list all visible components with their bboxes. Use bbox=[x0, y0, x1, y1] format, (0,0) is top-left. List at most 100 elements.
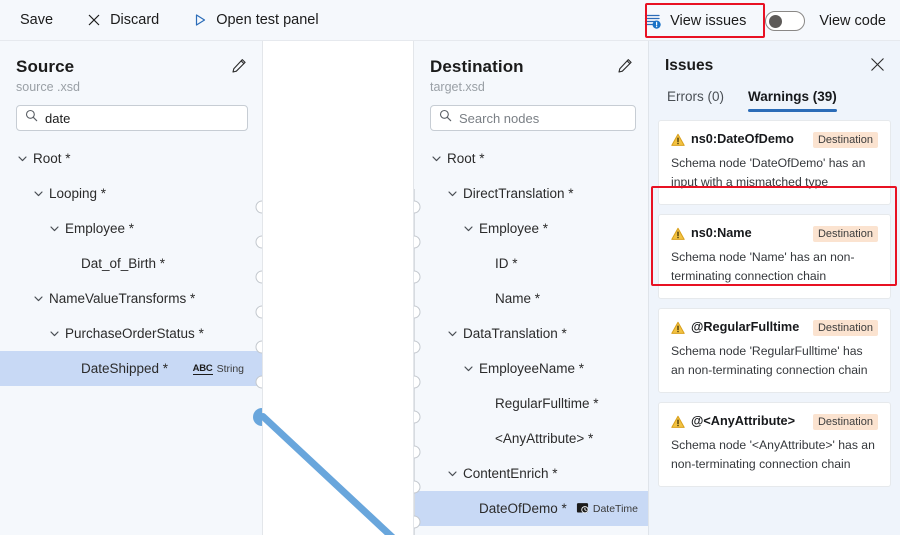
connector-dot-connected[interactable] bbox=[253, 408, 263, 426]
chevron-down-icon[interactable] bbox=[446, 327, 459, 340]
connector-dot[interactable] bbox=[256, 200, 264, 213]
destination-subtitle: target.xsd bbox=[430, 80, 634, 94]
view-issues-label: View issues bbox=[670, 13, 746, 29]
chevron-down-icon[interactable] bbox=[16, 152, 29, 165]
chevron-down-icon[interactable] bbox=[32, 292, 45, 305]
view-code-label[interactable]: View code bbox=[819, 13, 886, 29]
connector-dot[interactable] bbox=[413, 515, 421, 528]
tree-row[interactable]: Root * bbox=[0, 141, 262, 176]
edit-pencil-icon[interactable] bbox=[230, 57, 248, 75]
source-title: Source bbox=[16, 57, 248, 77]
toggle-knob bbox=[769, 15, 782, 28]
chevron-down-icon[interactable] bbox=[48, 327, 61, 340]
search-icon bbox=[439, 109, 452, 127]
source-tree: Root * Looping * Employee * Dat_of_Birth * N… bbox=[0, 141, 262, 386]
tree-row[interactable]: DateShipped * ABCString bbox=[0, 351, 262, 386]
tree-node-label: <AnyAttribute> * bbox=[495, 431, 593, 446]
discard-label: Discard bbox=[110, 12, 159, 28]
tree-node-label: Employee * bbox=[65, 221, 134, 236]
issue-node-name: @RegularFulltime bbox=[691, 320, 807, 334]
play-icon bbox=[193, 13, 207, 27]
close-icon bbox=[87, 13, 101, 27]
tree-node-label: PurchaseOrderStatus * bbox=[65, 326, 204, 341]
chevron-down-icon[interactable] bbox=[48, 222, 61, 235]
open-test-panel-button[interactable]: Open test panel bbox=[187, 8, 324, 32]
destination-title: Destination bbox=[430, 57, 634, 77]
issue-card[interactable]: @RegularFulltimeDestinationSchema node '… bbox=[658, 308, 891, 393]
source-search-input[interactable] bbox=[45, 111, 239, 126]
tree-indent-spacer bbox=[64, 257, 77, 270]
tree-row[interactable]: Employee * bbox=[0, 211, 262, 246]
tree-row[interactable]: DirectTranslation * bbox=[414, 176, 648, 211]
issue-card[interactable]: @<AnyAttribute>DestinationSchema node '<… bbox=[658, 402, 891, 487]
issue-card[interactable]: ns0:NameDestinationSchema node 'Name' ha… bbox=[658, 214, 891, 299]
destination-search-input[interactable] bbox=[459, 111, 627, 126]
chevron-down-icon[interactable] bbox=[446, 467, 459, 480]
issue-scope-badge: Destination bbox=[813, 414, 878, 430]
source-connector-rail bbox=[262, 189, 263, 535]
tree-node-label: Root * bbox=[447, 151, 485, 166]
tree-node-label: DateShipped * bbox=[81, 361, 168, 376]
open-test-panel-label: Open test panel bbox=[216, 12, 318, 28]
connector-dot[interactable] bbox=[256, 270, 264, 283]
issue-card[interactable]: ns0:DateOfDemoDestinationSchema node 'Da… bbox=[658, 120, 891, 205]
datetime-icon bbox=[576, 501, 589, 517]
tree-row[interactable]: ContentEnrich * bbox=[414, 456, 648, 491]
destination-search-box[interactable] bbox=[430, 105, 636, 131]
tree-node-label: Dat_of_Birth * bbox=[81, 256, 165, 271]
issues-list-icon bbox=[644, 12, 662, 30]
node-type-badge: ABCString bbox=[193, 363, 244, 375]
tree-row[interactable]: Employee * bbox=[414, 211, 648, 246]
chevron-down-icon[interactable] bbox=[430, 152, 443, 165]
destination-panel-header: Destination target.xsd bbox=[414, 41, 648, 94]
tree-row[interactable]: PurchaseOrderStatus * bbox=[0, 316, 262, 351]
tree-node-label: DateOfDemo * bbox=[479, 501, 567, 516]
tree-node-label: Root * bbox=[33, 151, 71, 166]
tree-row[interactable]: EmployeeName * bbox=[414, 351, 648, 386]
tree-indent-spacer bbox=[462, 502, 475, 515]
source-search-box[interactable] bbox=[16, 105, 248, 131]
tree-row[interactable]: DateOfDemo *DateTime bbox=[414, 491, 648, 526]
destination-tree: Root * DirectTranslation *Employee * ID * N… bbox=[414, 141, 648, 526]
chevron-down-icon[interactable] bbox=[462, 362, 475, 375]
abc-icon: ABC bbox=[193, 363, 213, 375]
issue-scope-badge: Destination bbox=[813, 320, 878, 336]
connector-dot[interactable] bbox=[256, 375, 264, 388]
tree-row[interactable]: Looping * bbox=[0, 176, 262, 211]
discard-button[interactable]: Discard bbox=[81, 8, 165, 32]
issues-tab-warnings[interactable]: Warnings (39) bbox=[748, 89, 837, 112]
view-issues-button[interactable]: View issues bbox=[639, 9, 751, 33]
warning-icon bbox=[671, 321, 685, 335]
connector-dot[interactable] bbox=[256, 305, 264, 318]
issue-description: Schema node 'DateOfDemo' has an input wi… bbox=[671, 154, 878, 192]
toolbar: Save Discard Open test panel bbox=[0, 0, 900, 41]
main-content: Source source .xsd Roo bbox=[0, 41, 900, 535]
tree-row[interactable]: Dat_of_Birth * bbox=[0, 246, 262, 281]
tree-row[interactable]: ID * bbox=[414, 246, 648, 281]
issue-node-name: ns0:DateOfDemo bbox=[691, 132, 807, 146]
tree-row[interactable]: Root * bbox=[414, 141, 648, 176]
view-code-toggle[interactable] bbox=[765, 11, 805, 31]
warning-icon bbox=[671, 133, 685, 147]
destination-connector-rail bbox=[414, 189, 415, 535]
issues-panel: Issues Errors (0)Warnings (39) ns0:DateO… bbox=[648, 41, 900, 535]
tree-indent-spacer bbox=[478, 292, 491, 305]
tree-row[interactable]: RegularFulltime * bbox=[414, 386, 648, 421]
tree-row[interactable]: Name * bbox=[414, 281, 648, 316]
issues-list: ns0:DateOfDemo Destination Schema node 'Da… bbox=[649, 112, 900, 487]
source-subtitle: source .xsd bbox=[16, 80, 248, 94]
chevron-down-icon[interactable] bbox=[462, 222, 475, 235]
issues-tab-errors[interactable]: Errors (0) bbox=[667, 89, 724, 112]
chevron-down-icon[interactable] bbox=[32, 187, 45, 200]
tree-row[interactable]: <AnyAttribute> * bbox=[414, 421, 648, 456]
source-panel: Source source .xsd Roo bbox=[0, 41, 263, 535]
close-icon[interactable] bbox=[869, 56, 886, 73]
save-button[interactable]: Save bbox=[14, 8, 59, 32]
connector-dot[interactable] bbox=[256, 340, 264, 353]
tree-row[interactable]: DataTranslation * bbox=[414, 316, 648, 351]
tree-node-label: ID * bbox=[495, 256, 518, 271]
connector-dot[interactable] bbox=[256, 235, 264, 248]
tree-row[interactable]: NameValueTransforms * bbox=[0, 281, 262, 316]
edit-pencil-icon[interactable] bbox=[616, 57, 634, 75]
chevron-down-icon[interactable] bbox=[446, 187, 459, 200]
